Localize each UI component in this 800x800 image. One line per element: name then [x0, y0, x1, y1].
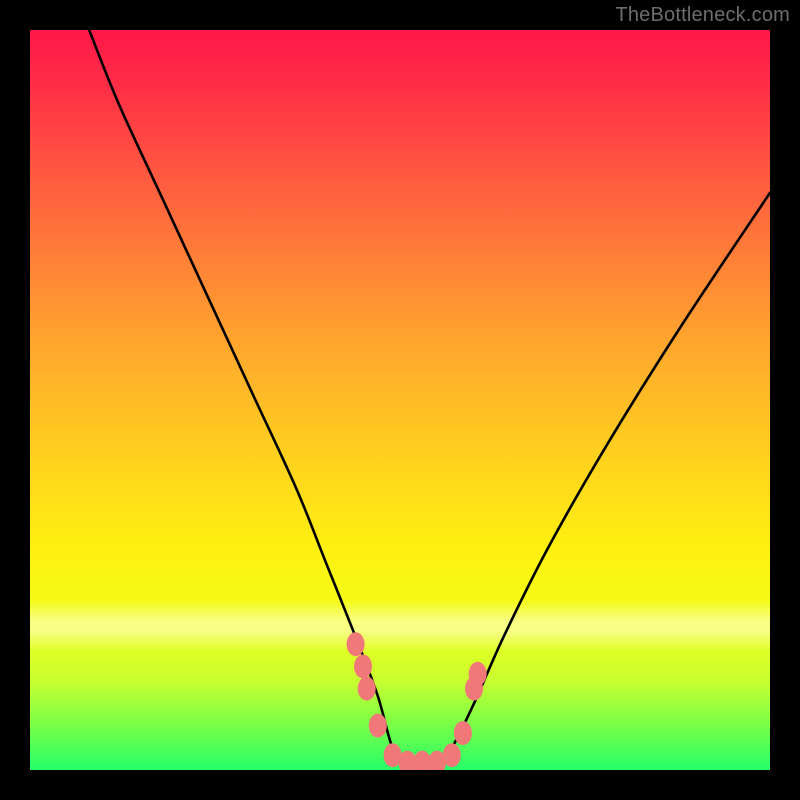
curve-markers: [347, 632, 487, 770]
curve-marker: [347, 632, 365, 656]
bottleneck-curve-line: [89, 30, 770, 764]
chart-frame: TheBottleneck.com: [0, 0, 800, 800]
plot-area: [30, 30, 770, 770]
curve-marker: [354, 654, 372, 678]
curve-marker: [469, 662, 487, 686]
curve-marker: [358, 677, 376, 701]
watermark-text: TheBottleneck.com: [615, 4, 790, 27]
curve-marker: [369, 714, 387, 738]
curve-marker: [443, 743, 461, 767]
curve-svg: [30, 30, 770, 770]
curve-marker: [454, 721, 472, 745]
